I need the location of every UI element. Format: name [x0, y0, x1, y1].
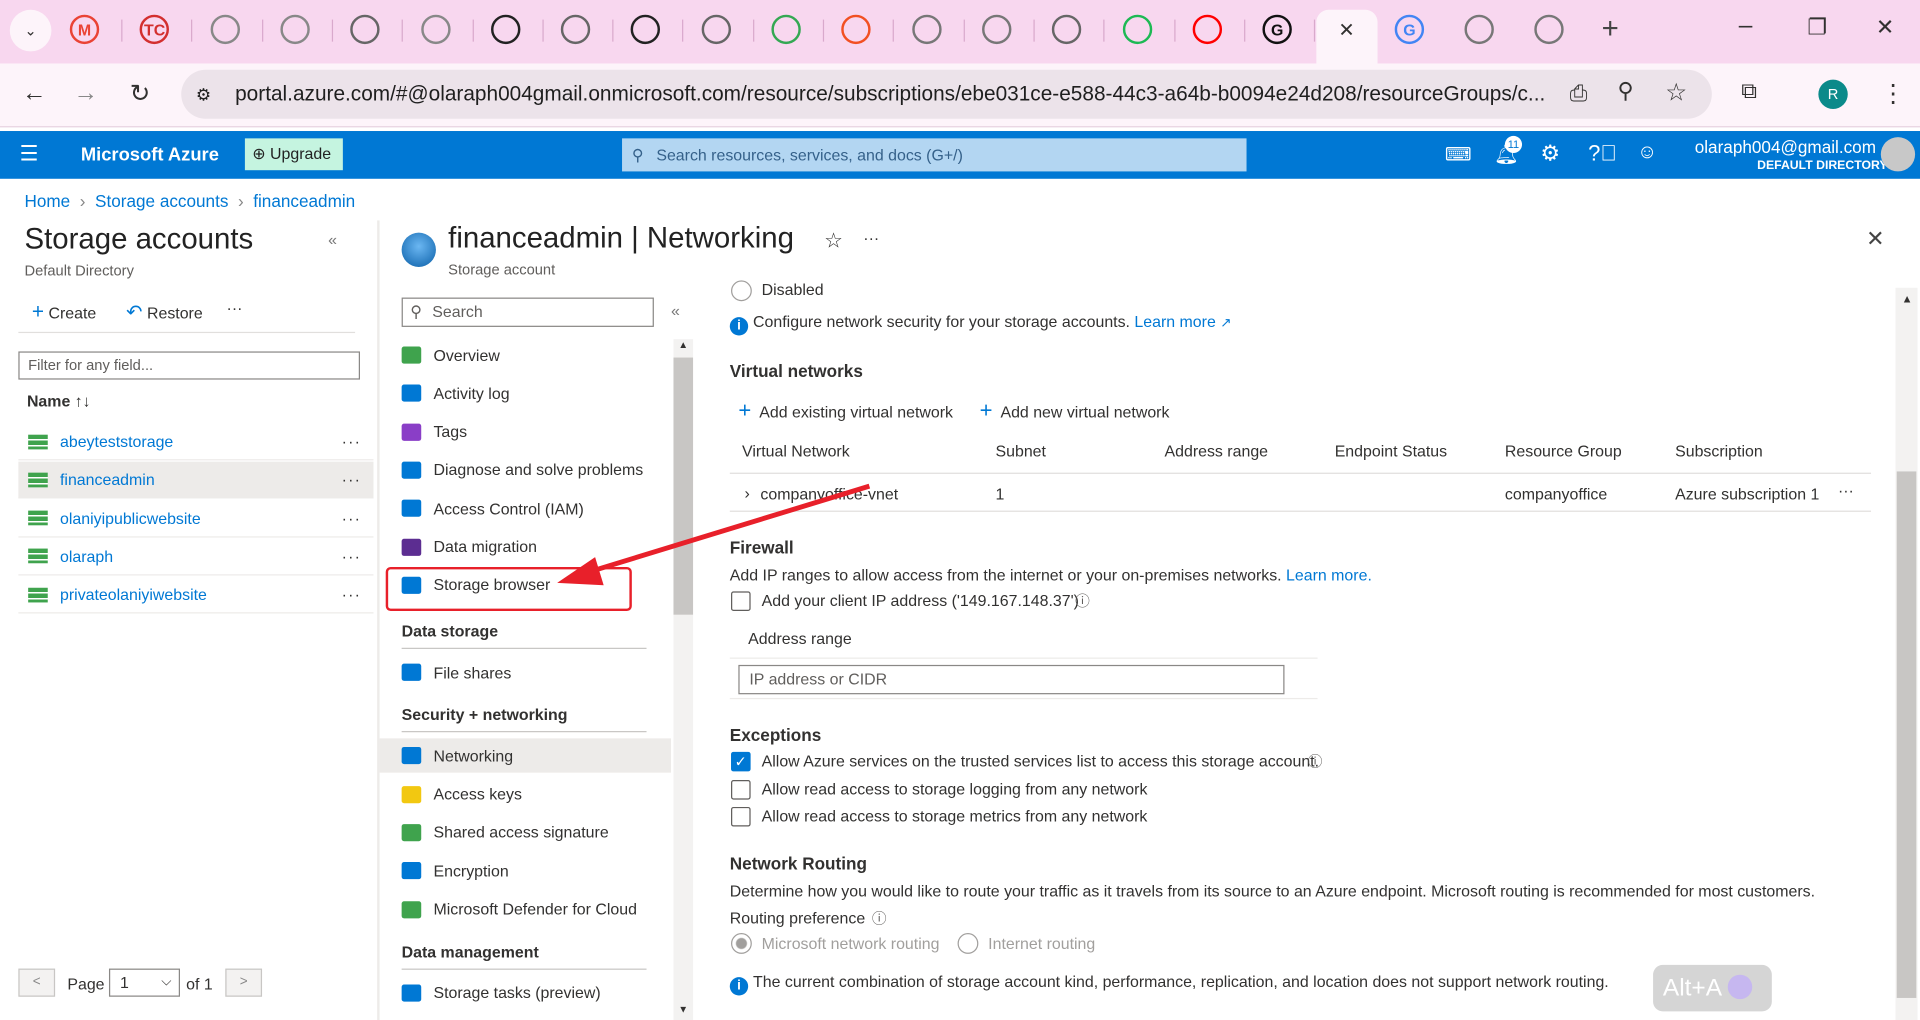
arrow-head: [557, 557, 604, 586]
annotation-arrow: [584, 483, 871, 576]
annotation-overlay: [385, 483, 871, 612]
shortcut-badge: Alt+A: [1653, 964, 1772, 1012]
voice-icon: [1727, 974, 1753, 1000]
